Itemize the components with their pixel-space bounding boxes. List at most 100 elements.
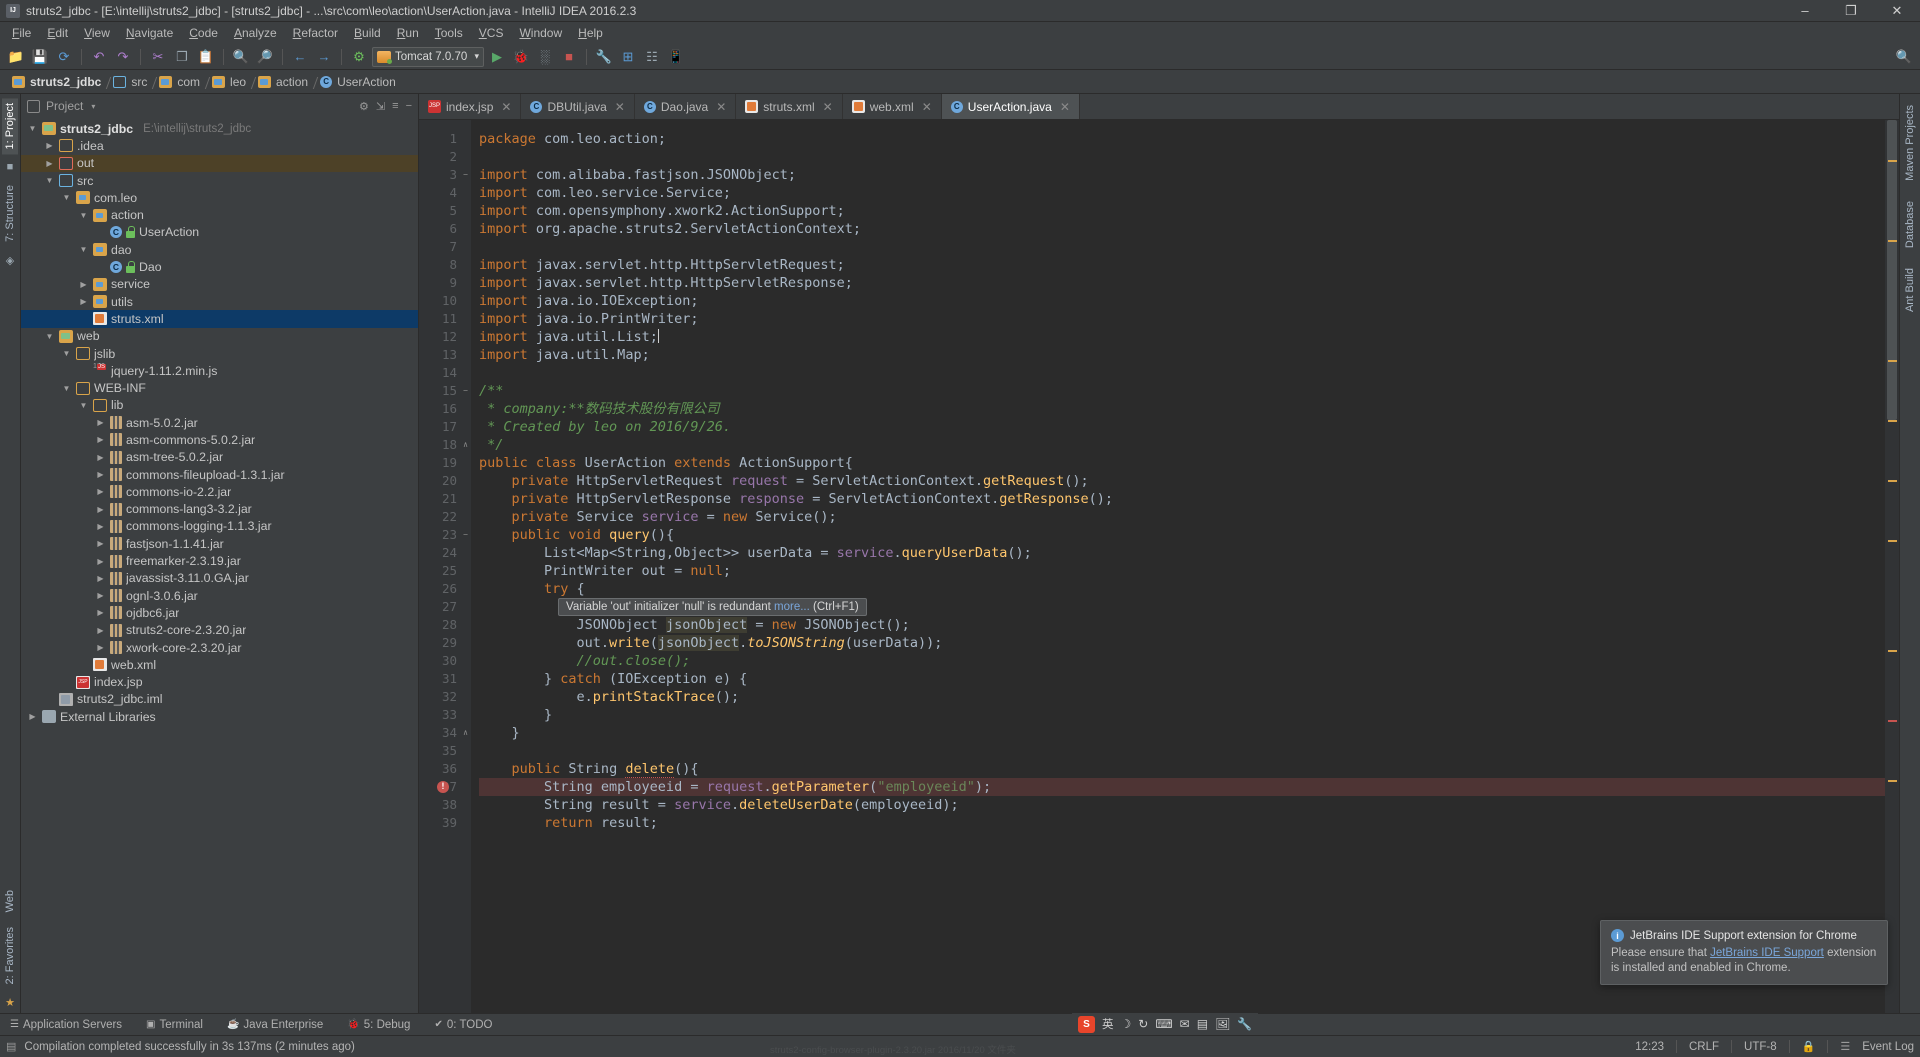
gutter-line-18[interactable]: 18 ∧ — [419, 436, 471, 454]
tree-node-xwork-core-2.3.20.jar[interactable]: ▶ xwork-core-2.3.20.jar — [21, 639, 418, 656]
tree-node-struts2-core-2.3.20.jar[interactable]: ▶ struts2-core-2.3.20.jar — [21, 622, 418, 639]
code-line-13[interactable]: import java.util.Map; — [479, 346, 1885, 364]
editor-tab-index-jsp[interactable]: JSP index.jsp ✕ — [419, 94, 522, 119]
editor-tab-dao-java[interactable]: C Dao.java ✕ — [634, 94, 737, 119]
breadcrumb-item-com[interactable]: com — [155, 74, 208, 90]
warning-marker[interactable] — [1888, 650, 1897, 652]
code-line-10[interactable]: import java.io.IOException; — [479, 292, 1885, 310]
save-all-icon[interactable]: 💾 — [29, 46, 51, 68]
forward-icon[interactable]: → — [313, 46, 335, 68]
gutter-line-36[interactable]: 36 — [419, 760, 471, 778]
code-line-9[interactable]: import javax.servlet.http.HttpServletRes… — [479, 274, 1885, 292]
gutter-line-2[interactable]: 2 — [419, 148, 471, 166]
close-icon[interactable]: ✕ — [716, 100, 726, 114]
warning-marker[interactable] — [1888, 240, 1897, 242]
warning-marker[interactable] — [1888, 540, 1897, 542]
code-line-18[interactable]: */ — [479, 436, 1885, 454]
tree-node-commons-lang3-3.2.jar[interactable]: ▶ commons-lang3-3.2.jar — [21, 501, 418, 518]
warning-marker[interactable] — [1888, 160, 1897, 162]
chevron-down-icon[interactable]: ▼ — [61, 384, 72, 393]
breadcrumb-item-action[interactable]: action — [254, 74, 316, 90]
sdk-manager-icon[interactable]: ☷ — [641, 46, 663, 68]
chevron-right-icon[interactable]: ▶ — [95, 470, 106, 479]
tree-node-dao[interactable]: C Dao — [21, 258, 418, 275]
menu-item-navigate[interactable]: Navigate — [118, 24, 181, 42]
tree-node-web-inf[interactable]: ▼ WEB-INF — [21, 379, 418, 396]
tree-node-src[interactable]: ▼ src — [21, 172, 418, 189]
tree-node-commons-fileupload-1.3.1.jar[interactable]: ▶ commons-fileupload-1.3.1.jar — [21, 466, 418, 483]
collapse-all-icon[interactable]: ⇲ — [376, 100, 385, 113]
chevron-right-icon[interactable]: ▶ — [27, 712, 38, 721]
menu-item-file[interactable]: File — [4, 24, 39, 42]
gutter-line-39[interactable]: 39 — [419, 814, 471, 832]
close-icon[interactable]: ✕ — [1060, 100, 1070, 114]
menu-icon[interactable]: ≡ — [392, 100, 398, 112]
menu-item-build[interactable]: Build — [346, 24, 389, 42]
lock-icon[interactable]: 🔒 — [1802, 1040, 1816, 1053]
compile-icon[interactable]: ⚙ — [348, 46, 370, 68]
undo-icon[interactable]: ↶ — [88, 46, 110, 68]
code-line-8[interactable]: import javax.servlet.http.HttpServletReq… — [479, 256, 1885, 274]
code-line-7[interactable] — [479, 238, 1885, 256]
chevron-right-icon[interactable]: ▶ — [78, 297, 89, 306]
chevron-right-icon[interactable]: ▶ — [95, 435, 106, 444]
line-separator[interactable]: CRLF — [1689, 1041, 1719, 1053]
code-line-21[interactable]: private HttpServletResponse response = S… — [479, 490, 1885, 508]
warning-marker[interactable] — [1888, 420, 1897, 422]
run-configuration-selector[interactable]: Tomcat 7.0.70 ▾ — [372, 46, 484, 67]
code-line-22[interactable]: private Service service = new Service(); — [479, 508, 1885, 526]
code-content[interactable]: package com.leo.action; import com.aliba… — [471, 120, 1885, 1013]
sogou-ime-logo-icon[interactable]: S — [1078, 1015, 1095, 1033]
sidebar-item-structure[interactable]: 7: Structure — [2, 180, 18, 247]
tree-node-javassist-3.11.0.ga.jar[interactable]: ▶ javassist-3.11.0.GA.jar — [21, 570, 418, 587]
chevron-right-icon[interactable]: ▶ — [95, 643, 106, 652]
code-fold-toggle[interactable]: − — [461, 170, 470, 179]
error-marker[interactable] — [1888, 720, 1897, 722]
tree-node-jquery-1.11.2.min.js[interactable]: jquery-1.11.2.min.js — [21, 362, 418, 379]
paste-icon[interactable]: 📋 — [195, 46, 217, 68]
gutter-line-8[interactable]: 8 — [419, 256, 471, 274]
code-line-1[interactable]: package com.leo.action; — [479, 130, 1885, 148]
code-line-30[interactable]: //out.close(); — [479, 652, 1885, 670]
chevron-down-icon[interactable]: ▾ — [91, 102, 95, 111]
refresh-icon[interactable]: ↻ — [1138, 1017, 1148, 1031]
code-line-17[interactable]: * Created by leo on 2016/9/26. — [479, 418, 1885, 436]
tree-node-useraction[interactable]: C UserAction — [21, 224, 418, 241]
tree-node-jslib[interactable]: ▼ jslib — [21, 345, 418, 362]
close-icon[interactable]: ✕ — [823, 100, 833, 114]
menu-item-analyze[interactable]: Analyze — [226, 24, 285, 42]
coverage-icon[interactable]: ░ — [534, 46, 556, 68]
menu-item-view[interactable]: View — [76, 24, 118, 42]
code-line-28[interactable]: JSONObject jsonObject = new JSONObject()… — [479, 616, 1885, 634]
code-line-29[interactable]: out.write(jsonObject.toJSONString(userDa… — [479, 634, 1885, 652]
image-icon[interactable]: 🖼 — [1215, 1017, 1230, 1031]
cut-icon[interactable]: ✂ — [147, 46, 169, 68]
editor-tab-useraction-java[interactable]: C UserAction.java ✕ — [941, 94, 1080, 119]
ime-toolbar[interactable]: S 英 ☽ ↻ ⌨ ✉ ▤ 🖼 🔧 — [1072, 1013, 1259, 1035]
avd-manager-icon[interactable]: 📱 — [665, 46, 687, 68]
gutter-line-1[interactable]: 1 — [419, 130, 471, 148]
chevron-right-icon[interactable]: ▶ — [95, 557, 106, 566]
tree-node-external-libraries[interactable]: ▶ External Libraries — [21, 708, 418, 725]
jetbrains-ide-support-link[interactable]: JetBrains IDE Support — [1710, 947, 1824, 959]
code-line-3[interactable]: import com.alibaba.fastjson.JSONObject; — [479, 166, 1885, 184]
editor-tab-dbutil-java[interactable]: C DBUtil.java ✕ — [521, 94, 635, 119]
gutter-line-9[interactable]: 9 — [419, 274, 471, 292]
code-line-5[interactable]: import com.opensymphony.xwork2.ActionSup… — [479, 202, 1885, 220]
tree-node-out[interactable]: ▶ out — [21, 154, 418, 172]
menu-item-run[interactable]: Run — [389, 24, 427, 42]
moon-icon[interactable]: ☽ — [1121, 1017, 1132, 1031]
tree-node-freemarker-2.3.19.jar[interactable]: ▶ freemarker-2.3.19.jar — [21, 552, 418, 569]
gutter-line-10[interactable]: 10 — [419, 292, 471, 310]
chevron-right-icon[interactable]: ▶ — [78, 280, 89, 289]
gutter-line-16[interactable]: 16 — [419, 400, 471, 418]
gutter-line-19[interactable]: 19 — [419, 454, 471, 472]
chevron-right-icon[interactable]: ▶ — [95, 453, 106, 462]
maximize-button[interactable]: ❐ — [1828, 0, 1874, 22]
code-line-4[interactable]: import com.leo.service.Service; — [479, 184, 1885, 202]
find-icon[interactable]: 🔍 — [230, 46, 252, 68]
run-icon[interactable]: ▶ — [486, 46, 508, 68]
debug-icon[interactable]: 🐞 — [510, 46, 532, 68]
sync-icon[interactable]: ⟳ — [53, 46, 75, 68]
project-structure-icon[interactable]: ⊞ — [617, 46, 639, 68]
